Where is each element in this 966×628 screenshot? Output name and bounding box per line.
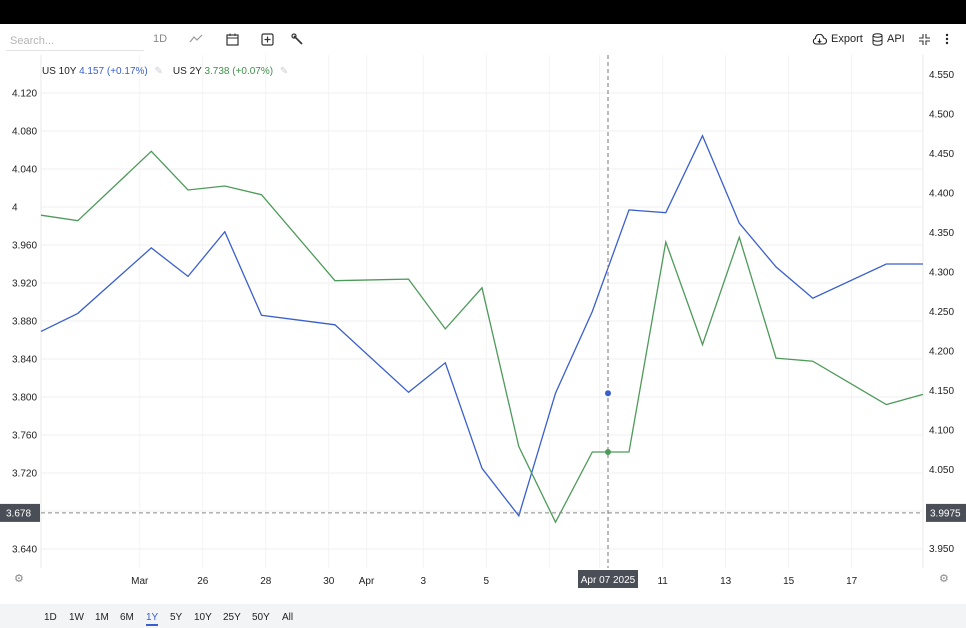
y-tick-label-left: 3.800 xyxy=(12,393,37,404)
y-tick-label-left: 4.120 xyxy=(12,89,37,100)
range-button-50y[interactable]: 50Y xyxy=(252,612,270,623)
range-button-1y[interactable]: 1Y xyxy=(146,612,159,626)
y-tick-label-right: 4.050 xyxy=(929,465,954,476)
range-button-5y[interactable]: 5Y xyxy=(170,612,182,623)
y-tick-label-right: 4.200 xyxy=(929,346,954,357)
y-tick-label-left: 4 xyxy=(12,203,18,214)
crosshair-point-us10y xyxy=(605,390,611,397)
crosshair-label-left: 3.678 xyxy=(6,508,31,519)
y-tick-label-right: 4.450 xyxy=(929,149,954,160)
crosshair-label-right: 3.9975 xyxy=(930,508,961,519)
y-tick-label-left: 3.960 xyxy=(12,241,37,252)
x-tick-label: Apr xyxy=(359,576,375,587)
y-tick-label-left: 3.840 xyxy=(12,355,37,366)
legend-series-us10y: US 10Y 4.157 (+0.17%) ✎ xyxy=(42,66,163,77)
legend-value: 3.738 (+0.07%) xyxy=(204,66,274,77)
gear-icon[interactable]: ⚙ xyxy=(939,572,949,585)
x-tick-label: 28 xyxy=(260,576,272,587)
y-tick-label-right: 4.500 xyxy=(929,110,954,121)
gear-icon[interactable]: ⚙ xyxy=(14,572,24,585)
y-tick-label-right: 4.350 xyxy=(929,228,954,239)
x-tick-label: 13 xyxy=(720,576,732,587)
x-tick-label: 30 xyxy=(323,576,335,587)
x-tick-label: 3 xyxy=(420,576,426,587)
range-button-1m[interactable]: 1M xyxy=(95,612,109,623)
range-button-6m[interactable]: 6M xyxy=(120,612,134,623)
y-tick-label-right: 4.150 xyxy=(929,386,954,397)
y-tick-label-right: 4.400 xyxy=(929,189,954,200)
y-tick-label-right: 3.950 xyxy=(929,544,954,555)
range-button-25y[interactable]: 25Y xyxy=(223,612,241,623)
y-tick-label-left: 4.080 xyxy=(12,127,37,138)
legend-value: 4.157 (+0.17%) xyxy=(79,66,148,77)
y-tick-label-right: 4.100 xyxy=(929,425,954,436)
legend-name: US 2Y xyxy=(172,66,202,77)
y-tick-label-right: 4.300 xyxy=(929,268,954,279)
legend-name: US 10Y xyxy=(42,66,77,77)
y-tick-label-left: 3.920 xyxy=(12,279,37,290)
x-tick-label: 15 xyxy=(783,576,795,587)
y-tick-label-left: 3.760 xyxy=(12,431,37,442)
x-tick-label: 5 xyxy=(483,576,489,587)
y-tick-label-right: 4.250 xyxy=(929,307,954,318)
crosshair-label-x: Apr 07 2025 xyxy=(581,575,636,586)
pencil-icon[interactable]: ✎ xyxy=(280,66,288,77)
chart-canvas[interactable]: 4.120 4.080 4.040 4 3.960 3.920 3.880 3.840 3.80… xyxy=(0,0,966,604)
crosshair-point-us2y xyxy=(605,448,611,455)
range-button-1w[interactable]: 1W xyxy=(69,612,84,623)
chart-legend: US 10Y 4.157 (+0.17%) ✎ US 2Y 3.738 (+0.… xyxy=(42,66,288,77)
pencil-icon[interactable]: ✎ xyxy=(155,66,163,77)
y-tick-label-left: 4.040 xyxy=(12,165,37,176)
x-tick-label: Mar xyxy=(131,576,149,587)
legend-series-us2y: US 2Y 3.738 (+0.07%) ✎ xyxy=(173,66,288,77)
y-tick-label-left: 3.640 xyxy=(12,545,37,556)
y-tick-label-right: 4.550 xyxy=(929,70,954,81)
range-button-10y[interactable]: 10Y xyxy=(194,612,212,623)
x-tick-label: 26 xyxy=(197,576,209,587)
y-tick-label-left: 3.880 xyxy=(12,317,37,328)
range-button-1d[interactable]: 1D xyxy=(44,612,57,623)
range-button-all[interactable]: All xyxy=(282,612,293,623)
range-selector: 1D 1W 1M 6M 1Y 5Y 10Y 25Y 50Y All xyxy=(0,604,966,628)
series-line-us10y xyxy=(40,134,923,518)
x-tick-label: 11 xyxy=(657,576,668,587)
x-tick-label: 17 xyxy=(846,576,858,587)
y-tick-label-left: 3.720 xyxy=(12,469,37,480)
